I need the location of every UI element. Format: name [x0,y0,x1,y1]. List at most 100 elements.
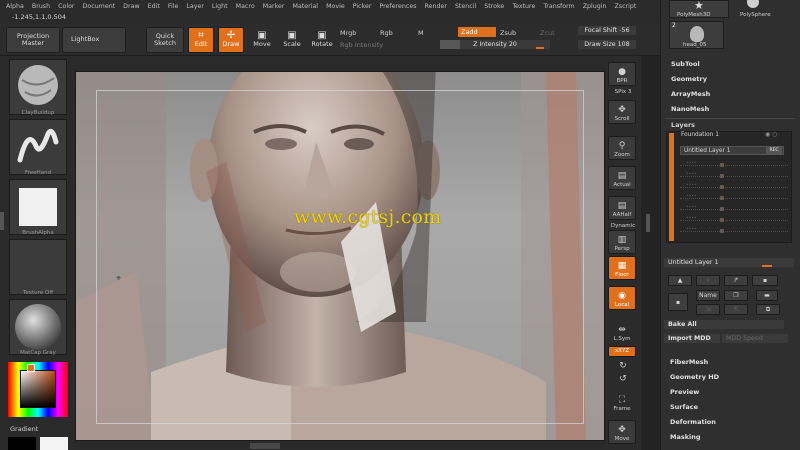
zoom-button[interactable]: ⚲ Zoom [608,136,636,160]
menu-item-draw[interactable]: Draw [123,3,139,10]
menu-item-layer[interactable]: Layer [186,3,204,10]
frame-button[interactable]: ⛶ Frame [608,390,636,414]
saturation-square[interactable] [20,370,56,408]
layer-slot[interactable]: •••• [680,172,788,179]
masking-menu[interactable]: Masking [670,433,701,441]
menu-item-marker[interactable]: Marker [263,3,285,10]
deformation-menu[interactable]: Deformation [670,418,716,426]
alpha-picker[interactable] [9,179,67,235]
layer-intensity-slider[interactable]: Untitled Layer 1 [664,258,794,267]
layer-slot[interactable]: •••• [680,161,788,168]
layer-name-button[interactable]: Name [696,290,720,301]
menu-item-alpha[interactable]: Alpha [6,3,24,10]
layer-split-button[interactable]: ⇲ [696,304,720,315]
layer-delete-button[interactable]: ▪ [752,275,778,286]
layer-slot[interactable]: •••• [680,216,788,223]
brush-picker[interactable] [9,59,67,115]
rotate-button[interactable]: ▣ Rotate [310,27,334,53]
bottom-tray-handle[interactable] [250,443,280,449]
persp-button[interactable]: ▥ Persp [608,230,636,254]
layer-eye-icon[interactable]: ◉ ○ [765,131,777,138]
rec-button[interactable]: REC [766,147,782,155]
z-intensity-slider[interactable]: Z Intensity 20 [440,40,550,49]
menu-item-movie[interactable]: Movie [326,3,345,10]
layer-sel-button[interactable]: ⇱ [724,304,748,315]
menu-item-picker[interactable]: Picker [353,3,372,10]
geometry-hd-menu[interactable]: Geometry HD [670,373,719,381]
preview-menu[interactable]: Preview [670,388,699,396]
menu-item-transform[interactable]: Transform [543,3,574,10]
subtool-menu[interactable]: SubTool [671,60,700,68]
layer-slot[interactable]: •••• [680,183,788,190]
import-mdd-button[interactable]: Import MDD [664,334,720,343]
menu-item-stroke[interactable]: Stroke [484,3,504,10]
menu-item-document[interactable]: Document [83,3,116,10]
lightbox-button[interactable]: LightBox [62,27,126,53]
aahalf-button[interactable]: ▤ AAHalf [608,196,636,220]
layer-slot[interactable]: •••• [680,205,788,212]
edit-button[interactable]: ⌗ Edit [188,27,214,53]
rgb-button[interactable]: Rgb [380,29,393,37]
mdd-speed-slider[interactable]: MDD Speed [722,334,788,343]
mrgb-button[interactable]: Mrgb [340,29,356,37]
layer-merge-button[interactable]: ▬ [756,290,778,301]
menu-item-render[interactable]: Render [425,3,447,10]
quick-sketch-button[interactable]: Quick Sketch [146,27,184,53]
geometry-menu[interactable]: Geometry [671,75,707,83]
move-button[interactable]: ▣ Move [250,27,274,53]
dynamic-label[interactable]: Dynamic [605,223,641,229]
menu-item-material[interactable]: Material [292,3,318,10]
menu-item-preferences[interactable]: Preferences [379,3,416,10]
right-tray-handle[interactable] [646,214,650,232]
rotate-z-icon[interactable]: ↺ [605,374,641,384]
layer-copy-button[interactable]: ❐ [724,290,748,301]
menu-item-file[interactable]: File [168,3,179,10]
texture-picker[interactable] [9,239,67,295]
xyz-button[interactable]: xXYZ [608,346,636,357]
move-view-button[interactable]: ✥ Move [608,420,636,444]
local-button[interactable]: ◉ Local [608,286,636,310]
material-picker[interactable] [9,299,67,355]
floor-button[interactable]: ▦ Floor [608,256,636,280]
primary-color-swatch[interactable] [8,437,36,450]
fibermesh-menu[interactable]: FiberMesh [670,358,708,366]
focal-shift-slider[interactable]: Focal Shift -56 [578,26,636,35]
zsub-button[interactable]: Zsub [500,29,516,37]
spix-slider[interactable]: SPix 3 [605,89,641,95]
left-tray-handle[interactable] [0,212,4,230]
menu-item-zscript[interactable]: Zscript [615,3,637,10]
layer-bake-button[interactable]: ⧉ [756,304,780,315]
menu-item-stencil[interactable]: Stencil [455,3,476,10]
layer-new-button[interactable]: ▪ [668,293,688,311]
draw-button[interactable]: ✢ Draw [218,27,244,53]
layer-up-button[interactable]: ▲ [668,275,692,286]
arraymesh-menu[interactable]: ArrayMesh [671,90,710,98]
menu-item-zplugin[interactable]: Zplugin [583,3,607,10]
scale-button[interactable]: ▣ Scale [280,27,304,53]
menu-item-macro[interactable]: Macro [236,3,255,10]
stroke-picker[interactable] [9,119,67,175]
polysphere-icon[interactable] [747,0,759,8]
menu-item-edit[interactable]: Edit [148,3,160,10]
rotate-y-icon[interactable]: ↻ [605,361,641,371]
gradient-label[interactable]: Gradient [10,425,38,433]
projection-master-button[interactable]: Projection Master [6,27,60,53]
menu-item-light[interactable]: Light [212,3,228,10]
menu-item-brush[interactable]: Brush [32,3,50,10]
layer-slot[interactable]: •••• [680,227,788,234]
lsym-button[interactable]: ⇹ L.Sym [608,320,636,344]
secondary-color-swatch[interactable] [40,437,68,450]
zcut-button[interactable]: Zcut [540,29,555,37]
layer-redo-button[interactable]: ↱ [724,275,748,286]
zadd-button[interactable]: Zadd [458,27,496,37]
bpr-button[interactable]: ● BPR [608,62,636,86]
actual-button[interactable]: ▤ Actual [608,166,636,190]
menu-item-texture[interactable]: Texture [512,3,535,10]
layer-slot[interactable]: •••• [680,194,788,201]
rgb-intensity-slider[interactable]: Rgb Intensity [340,41,383,49]
m-button[interactable]: M [418,29,424,37]
nanomesh-menu[interactable]: NanoMesh [671,105,709,113]
layer-down-button[interactable]: ⇩ [696,275,720,286]
bake-all-button[interactable]: Bake All [664,320,784,329]
color-picker[interactable] [8,362,68,417]
